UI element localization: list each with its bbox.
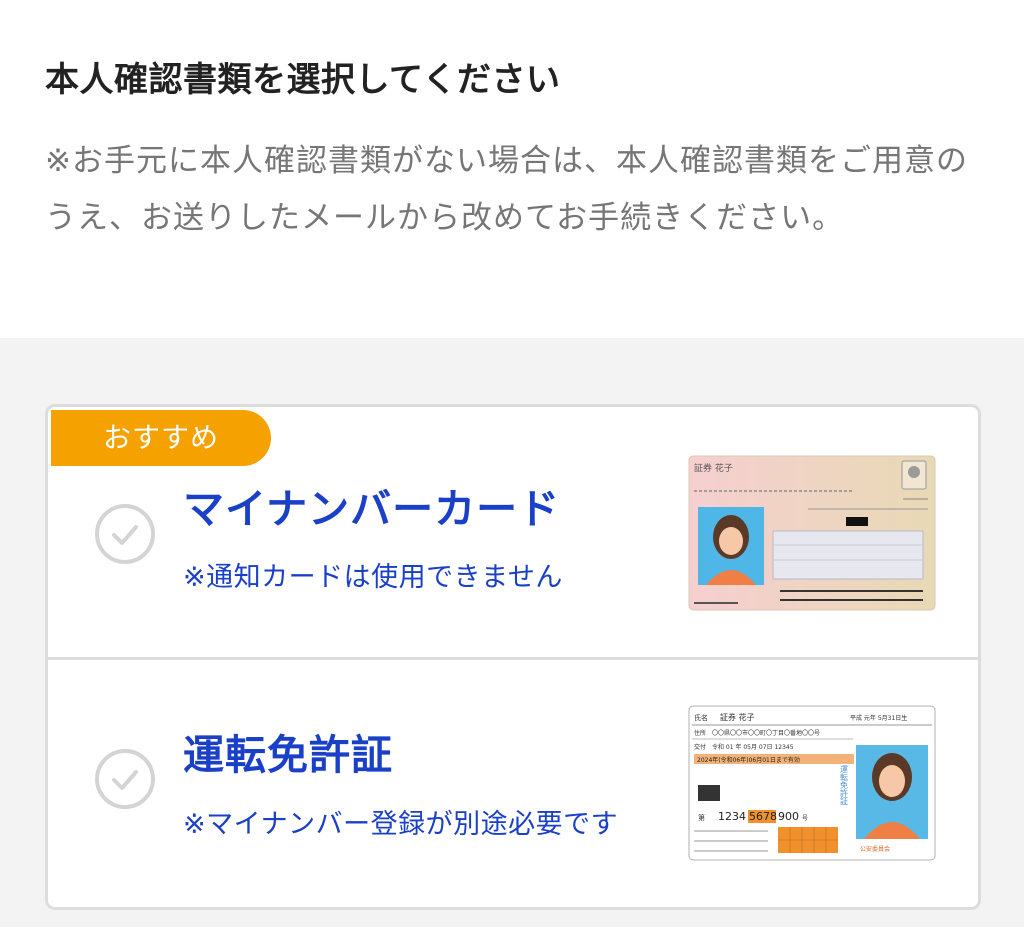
drivers-license-illustration-icon: 氏名 証券 花子 平成 元年 5月31日生 住所 〇〇県〇〇市〇〇町〇丁目〇番地… <box>688 705 936 861</box>
document-option-list: おすすめ マイナンバーカード ※通知カードは使用できません 証券 花子 運転免許… <box>45 404 981 910</box>
page-note: ※お手元に本人確認書類がない場合は、本人確認書類をご用意のうえ、お送りしたメール… <box>45 143 968 236</box>
svg-text:平成 元年 5月31日生: 平成 元年 5月31日生 <box>850 714 907 722</box>
page-title: 本人確認書類を選択してください <box>45 60 561 100</box>
check-circle-icon[interactable] <box>95 504 155 564</box>
my-number-card-illustration-icon: 証券 花子 <box>688 455 936 611</box>
check-circle-icon[interactable] <box>95 749 155 809</box>
svg-text:5678: 5678 <box>749 810 777 823</box>
svg-text:令和 01 年 05月 07日 12345: 令和 01 年 05月 07日 12345 <box>712 743 794 751</box>
svg-text:氏名: 氏名 <box>694 713 708 722</box>
svg-text:交付: 交付 <box>694 743 706 751</box>
option-title: 運転免許証 <box>183 731 393 779</box>
recommended-badge: おすすめ <box>51 410 271 466</box>
page-header: 本人確認書類を選択してください ※お手元に本人確認書類がない場合は、本人確認書類… <box>0 0 1024 338</box>
svg-text:運転免許証: 運転免許証 <box>840 765 849 806</box>
option-title: マイナンバーカード <box>183 485 561 533</box>
svg-text:〇〇県〇〇市〇〇町〇丁目〇番地〇〇号: 〇〇県〇〇市〇〇町〇丁目〇番地〇〇号 <box>712 729 820 737</box>
svg-text:900: 900 <box>778 810 799 823</box>
option-my-number-card[interactable]: おすすめ マイナンバーカード ※通知カードは使用できません 証券 花子 <box>48 407 978 655</box>
option-drivers-license[interactable]: 運転免許証 ※マイナンバー登録が別途必要です 氏名 証券 花子 平成 元年 5月… <box>48 659 978 907</box>
svg-text:公安委員会: 公安委員会 <box>860 845 890 853</box>
option-subtitle: ※通知カードは使用できません <box>183 562 563 593</box>
svg-text:証券 花子: 証券 花子 <box>720 712 755 722</box>
option-subtitle: ※マイナンバー登録が別途必要です <box>183 809 619 840</box>
svg-text:号: 号 <box>802 815 808 822</box>
svg-text:1234: 1234 <box>718 810 746 823</box>
svg-text:2024年(令和06年)06月01日まで有効: 2024年(令和06年)06月01日まで有効 <box>697 756 800 764</box>
card-name-text: 証券 花子 <box>694 462 733 474</box>
svg-text:住所: 住所 <box>694 729 706 737</box>
svg-text:第: 第 <box>698 813 705 822</box>
